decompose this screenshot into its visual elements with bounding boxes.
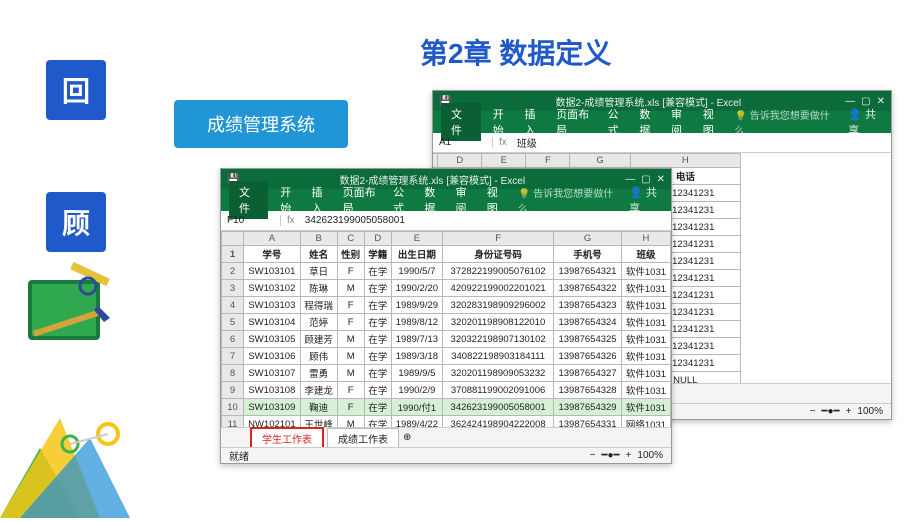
maximize-icon[interactable]: ▢ xyxy=(641,174,650,185)
share-button[interactable]: 👤 共享 xyxy=(848,106,883,138)
zoom-level[interactable]: 100% xyxy=(857,406,883,417)
ribbon-tab[interactable]: 插入 xyxy=(311,184,330,216)
formula-value[interactable]: 342623199005058001 xyxy=(301,215,409,226)
zoom-in-icon[interactable]: + xyxy=(846,406,852,417)
close-icon[interactable]: ✕ xyxy=(877,96,885,107)
name-box[interactable]: F10 xyxy=(221,215,281,226)
formula-value[interactable]: 班级 xyxy=(513,135,541,150)
ribbon-file[interactable]: 文件 xyxy=(229,181,268,219)
fx-icon[interactable]: fx xyxy=(493,137,513,148)
ribbon: 文件 开始 插入 页面布局 公式 数据 审阅 视图 💡 告诉我您想要做什么...… xyxy=(433,111,891,133)
ribbon-tab[interactable]: 页面布局 xyxy=(556,106,595,138)
name-box[interactable]: A1 xyxy=(433,137,493,148)
system-name-pill: 成绩管理系统 xyxy=(174,100,348,148)
excel-window-front: 💾 数据2-成绩管理系统.xls [兼容模式] - Excel — ▢ ✕ 文件… xyxy=(220,168,672,464)
status-bar: 就绪 − ━●━ + 100% xyxy=(221,447,671,463)
ribbon-tab[interactable]: 开始 xyxy=(280,184,299,216)
status-ready: 就绪 xyxy=(229,448,249,463)
ribbon-tab[interactable]: 数据 xyxy=(639,106,659,138)
ribbon-tab[interactable]: 视图 xyxy=(487,184,506,216)
zoom-in-icon[interactable]: + xyxy=(626,450,632,461)
tell-me[interactable]: 💡 告诉我您想要做什么... xyxy=(518,185,617,215)
minimize-icon[interactable]: — xyxy=(845,96,855,107)
corner-decoration xyxy=(0,398,180,518)
share-button[interactable]: 👤 共享 xyxy=(629,184,663,216)
close-icon[interactable]: ✕ xyxy=(657,174,665,185)
badge-gu: 顾 xyxy=(46,192,106,252)
sheet-tab-active[interactable]: 学生工作表 xyxy=(251,428,323,448)
ribbon-tab[interactable]: 公式 xyxy=(393,184,412,216)
page-title: 第2章 数据定义 xyxy=(420,32,611,72)
maximize-icon[interactable]: ▢ xyxy=(861,96,870,107)
zoom-slider[interactable]: ━●━ xyxy=(821,406,839,417)
zoom-level[interactable]: 100% xyxy=(637,450,663,461)
tools-illustration xyxy=(20,260,120,360)
zoom-out-icon[interactable]: − xyxy=(810,406,816,417)
fx-icon[interactable]: fx xyxy=(281,215,301,226)
ribbon-tab[interactable]: 插入 xyxy=(524,106,544,138)
tell-me[interactable]: 💡 告诉我您想要做什么... xyxy=(734,107,836,137)
badge-hui: 回 xyxy=(46,60,106,120)
ribbon: 文件 开始 插入 页面布局 公式 数据 审阅 视图 💡 告诉我您想要做什么...… xyxy=(221,189,671,211)
add-sheet-icon[interactable]: ⊕ xyxy=(403,432,411,443)
sheet-tabs: 学生工作表 成绩工作表 ⊕ xyxy=(221,427,671,447)
zoom-out-icon[interactable]: − xyxy=(590,450,596,461)
ribbon-tab[interactable]: 审阅 xyxy=(671,106,691,138)
zoom-slider[interactable]: ━●━ xyxy=(601,450,619,461)
front-grid[interactable]: ABCDEFGH1学号姓名性别学籍出生日期身份证号码手机号班级2SW103101… xyxy=(221,231,671,443)
ribbon-tab[interactable]: 审阅 xyxy=(456,184,475,216)
ribbon-tab[interactable]: 页面布局 xyxy=(343,184,381,216)
ribbon-file[interactable]: 文件 xyxy=(441,103,481,141)
minimize-icon[interactable]: — xyxy=(625,174,635,185)
ribbon-tab[interactable]: 视图 xyxy=(703,106,723,138)
ribbon-tab[interactable]: 公式 xyxy=(608,106,628,138)
ribbon-tab[interactable]: 数据 xyxy=(424,184,443,216)
sheet-tab[interactable]: 成绩工作表 xyxy=(327,428,399,448)
ribbon-tab[interactable]: 开始 xyxy=(493,106,513,138)
